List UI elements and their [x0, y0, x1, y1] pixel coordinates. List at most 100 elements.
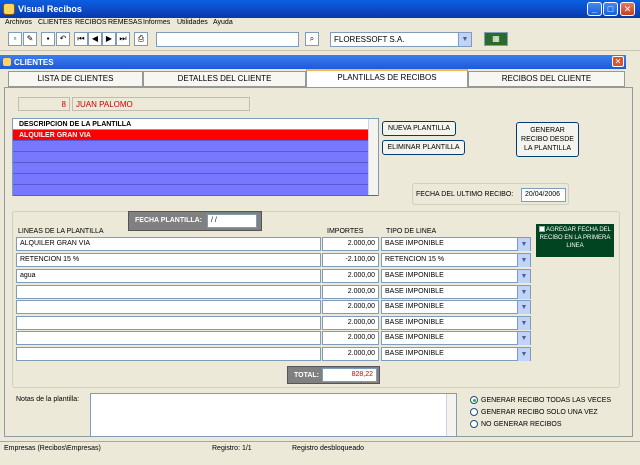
save-icon[interactable]: ▪ [41, 32, 55, 46]
add-date-option[interactable]: AGREGAR FECHA DEL RECIBO EN LA PRIMERA L… [536, 224, 614, 257]
line-desc-input[interactable] [16, 347, 321, 361]
search-icon[interactable]: ⌕ [305, 32, 319, 46]
search-input[interactable] [156, 32, 299, 47]
line-desc-input[interactable] [16, 300, 321, 314]
chevron-down-icon[interactable]: ▼ [517, 301, 530, 314]
lines-importe-header: IMPORTES [327, 228, 364, 235]
undo-icon[interactable]: ↶ [56, 32, 70, 46]
line-importe-input[interactable]: 2.000,00 [322, 237, 379, 251]
line-tipo-select[interactable]: BASE IMPONIBLE ▼ [381, 347, 531, 361]
line-tipo-select[interactable]: BASE IMPONIBLE ▼ [381, 300, 531, 314]
table-row[interactable] [13, 163, 378, 174]
chevron-down-icon[interactable]: ▼ [517, 332, 530, 345]
table-row[interactable] [13, 174, 378, 185]
table-row[interactable] [13, 141, 378, 152]
generate-receipt-button[interactable]: GENERAR RECIBO DESDE LA PLANTILLA [516, 122, 579, 157]
new-template-button[interactable]: NUEVA PLANTILLA [382, 121, 456, 136]
company-select[interactable]: FLORESSOFT S.A. ▼ [330, 32, 472, 47]
notes-textarea[interactable] [90, 393, 457, 437]
table-row[interactable] [13, 185, 378, 196]
app-icon [3, 3, 15, 15]
first-record-icon[interactable]: ⏮ [74, 32, 88, 46]
menu-remesas[interactable]: REMESAS [108, 19, 142, 26]
notes-scrollbar[interactable] [446, 394, 456, 436]
last-receipt-date: 20/04/2006 [521, 188, 566, 202]
radio-generate-once[interactable]: GENERAR RECIBO SOLO UNA VEZ [470, 408, 598, 416]
chevron-down-icon[interactable]: ▼ [517, 286, 530, 299]
chevron-down-icon[interactable]: ▼ [517, 348, 530, 361]
line-importe-input[interactable]: -2.100,00 [322, 253, 379, 267]
radio-selected-icon[interactable] [470, 396, 478, 404]
total-label: TOTAL: [294, 372, 320, 379]
tab-lista-clientes[interactable]: LISTA DE CLIENTES [8, 71, 143, 87]
minimize-button[interactable]: _ [587, 2, 602, 16]
line-tipo-value: BASE IMPONIBLE [385, 288, 444, 295]
chevron-down-icon[interactable]: ▼ [517, 238, 530, 251]
menu-informes[interactable]: Informes [143, 19, 170, 26]
line-desc-input[interactable]: ALQUILER GRAN VIA [16, 237, 321, 251]
menu-utilidades[interactable]: Utilidades [177, 19, 208, 26]
chevron-down-icon[interactable]: ▼ [517, 270, 530, 283]
line-tipo-select[interactable]: BASE IMPONIBLE ▼ [381, 331, 531, 345]
tab-plantillas-recibos[interactable]: PLANTILLAS DE RECIBOS [306, 69, 468, 88]
line-tipo-select[interactable]: BASE IMPONIBLE ▼ [381, 316, 531, 330]
line-tipo-select[interactable]: BASE IMPONIBLE ▼ [381, 237, 531, 251]
edit-icon[interactable]: ✎ [23, 32, 37, 46]
status-bar: Empresas (Recibos\Empresas) Registro: 1/… [0, 441, 640, 454]
template-date-input[interactable]: / / [207, 214, 257, 228]
total-box: TOTAL: 828,22 [287, 366, 380, 384]
table-row[interactable] [13, 152, 378, 163]
child-window-titlebar: CLIENTES ✕ [0, 55, 626, 69]
app-titlebar: Visual Recibos _ □ ✕ [0, 0, 640, 18]
radio-no-generate[interactable]: NO GENERAR RECIBOS [470, 420, 562, 428]
line-desc-input[interactable]: agua [16, 269, 321, 283]
line-desc-input[interactable] [16, 331, 321, 345]
radio-icon[interactable] [470, 408, 478, 416]
tab-recibos-cliente[interactable]: RECIBOS DEL CLIENTE [468, 71, 625, 87]
line-importe-input[interactable]: 2.000,00 [322, 285, 379, 299]
menu-bar: Archivos CLIENTES RECIBOS REMESAS Inform… [0, 18, 640, 29]
status-record: Registro: 1/1 [212, 445, 252, 452]
table-row[interactable]: ALQUILER GRAN VIA [13, 130, 378, 141]
templates-grid[interactable]: DESCRIPCION DE LA PLANTILLA ALQUILER GRA… [12, 118, 379, 196]
delete-template-button[interactable]: ELIMINAR PLANTILLA [382, 140, 465, 155]
line-importe-input[interactable]: 2.000,00 [322, 269, 379, 283]
radio-label: GENERAR RECIBO TODAS LAS VECES [481, 396, 612, 404]
calculator-icon[interactable]: ▦ [484, 32, 508, 46]
line-importe-input[interactable]: 2.000,00 [322, 331, 379, 345]
menu-archivos[interactable]: Archivos [5, 19, 32, 26]
line-tipo-value: RETENCION 15 % [385, 256, 445, 263]
line-tipo-value: BASE IMPONIBLE [385, 350, 444, 357]
line-importe-input[interactable]: 2.000,00 [322, 316, 379, 330]
radio-generate-always[interactable]: GENERAR RECIBO TODAS LAS VECES [470, 396, 611, 404]
menu-recibos[interactable]: RECIBOS [75, 19, 107, 26]
radio-icon[interactable] [470, 420, 478, 428]
prev-record-icon[interactable]: ◀ [88, 32, 102, 46]
line-importe-input[interactable]: 2.000,00 [322, 347, 379, 361]
line-tipo-select[interactable]: BASE IMPONIBLE ▼ [381, 269, 531, 283]
chevron-down-icon[interactable]: ▼ [517, 317, 530, 330]
chevron-down-icon[interactable]: ▼ [517, 254, 530, 267]
tab-detalles-cliente[interactable]: DETALLES DEL CLIENTE [143, 71, 306, 87]
chevron-down-icon[interactable]: ▼ [458, 33, 471, 46]
close-button[interactable]: ✕ [620, 2, 635, 16]
new-icon[interactable]: ▫ [8, 32, 22, 46]
last-record-icon[interactable]: ⏭ [116, 32, 130, 46]
line-desc-input[interactable] [16, 285, 321, 299]
templates-scrollbar[interactable] [368, 119, 378, 195]
checkbox-checked-icon[interactable] [538, 226, 545, 233]
radio-label: NO GENERAR RECIBOS [481, 420, 562, 428]
next-record-icon[interactable]: ▶ [102, 32, 116, 46]
maximize-button[interactable]: □ [603, 2, 618, 16]
child-close-button[interactable]: ✕ [612, 56, 624, 67]
line-desc-input[interactable]: RETENCION 15 % [16, 253, 321, 267]
print-icon[interactable]: ⎙ [134, 32, 148, 46]
line-importe-input[interactable]: 2.000,00 [322, 300, 379, 314]
menu-ayuda[interactable]: Ayuda [213, 19, 233, 26]
templates-grid-header: DESCRIPCION DE LA PLANTILLA [13, 119, 378, 130]
menu-clientes[interactable]: CLIENTES [38, 19, 72, 26]
line-tipo-select[interactable]: RETENCION 15 % ▼ [381, 253, 531, 267]
line-tipo-select[interactable]: BASE IMPONIBLE ▼ [381, 285, 531, 299]
status-lock: Registro desbloqueado [292, 445, 364, 452]
line-desc-input[interactable] [16, 316, 321, 330]
